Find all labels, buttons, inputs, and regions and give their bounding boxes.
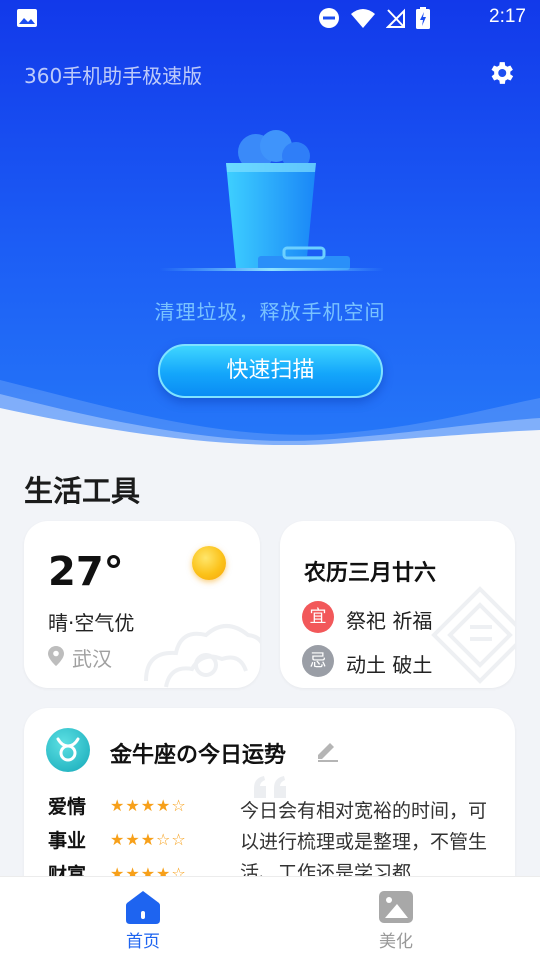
wifi-icon [351, 9, 375, 28]
gallery-notification-icon [17, 9, 37, 27]
avoid-badge: 忌 [302, 645, 334, 677]
no-signal-icon [386, 8, 405, 28]
hero-tagline: 清理垃圾，释放手机空间 [154, 300, 386, 324]
nav-label-beautify: 美化 [379, 932, 413, 952]
rating-label: 事业 [48, 829, 87, 852]
sunny-weather-icon [192, 546, 226, 580]
home-icon [126, 891, 160, 924]
rating-row-love: 爱情 ★★★★☆ [48, 792, 187, 818]
temperature: 27° [48, 549, 124, 595]
rating-label: 爱情 [48, 795, 87, 818]
lunar-date: 农历三月廿六 [304, 561, 437, 586]
clock: 2:17 [489, 6, 526, 27]
seal-decoration [431, 586, 515, 684]
hero-wave [0, 380, 540, 445]
nav-item-beautify[interactable]: 美化 [356, 889, 436, 952]
taurus-icon [46, 728, 90, 772]
star-rating: ★★★★☆ [110, 795, 187, 815]
bottom-navigation: 首页 美化 [0, 876, 540, 960]
edit-pencil-icon[interactable] [314, 737, 340, 763]
location-pin-icon [48, 646, 64, 666]
do-not-disturb-icon [319, 8, 339, 28]
nav-label-home: 首页 [126, 932, 160, 952]
auspicious-cloud-decoration [144, 624, 260, 688]
avoid-activities: 动土 破土 [346, 653, 433, 677]
weather-card[interactable]: 27° 晴·空气优 武汉 [24, 521, 260, 688]
app-title: 360手机助手极速版 [24, 64, 203, 88]
trash-can-illustration [160, 130, 384, 271]
star-rating: ★★★☆☆ [110, 829, 187, 849]
horoscope-title: 金牛座の今日运势 [110, 743, 287, 768]
suitable-badge: 宜 [302, 601, 334, 633]
rating-row-career: 事业 ★★★☆☆ [48, 826, 187, 852]
image-icon [379, 891, 413, 923]
status-bar: 2:17 [0, 0, 540, 36]
settings-gear-icon[interactable] [486, 58, 516, 88]
nav-item-home[interactable]: 首页 [103, 889, 183, 952]
city-name: 武汉 [72, 647, 112, 671]
suitable-activities: 祭祀 祈福 [346, 609, 433, 633]
hero-banner: 2:17 360手机助手极速版 清理垃圾，释放手机空间 快速扫描 [0, 0, 540, 445]
weather-description: 晴·空气优 [48, 611, 135, 635]
lunar-calendar-card[interactable]: 农历三月廿六 宜 祭祀 祈福 忌 动土 破土 [280, 521, 515, 688]
section-title: 生活工具 [24, 474, 141, 508]
battery-charging-icon [416, 7, 430, 29]
